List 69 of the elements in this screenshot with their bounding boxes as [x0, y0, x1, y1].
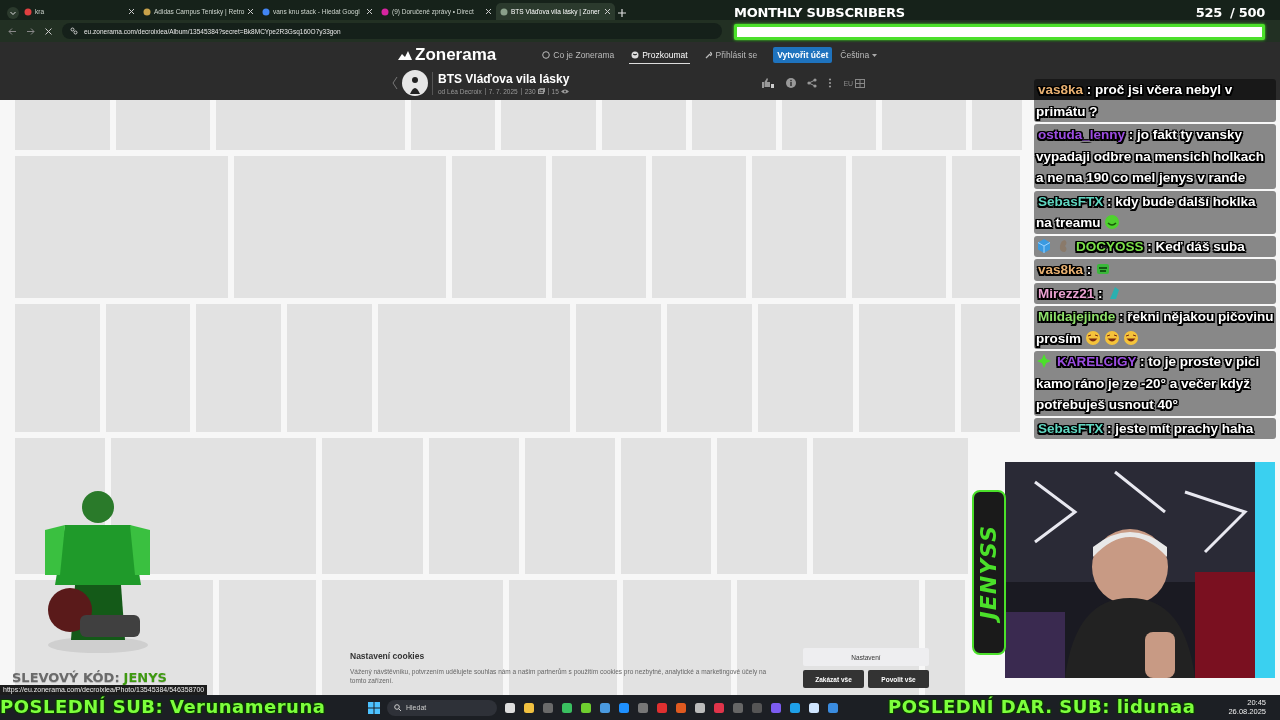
back-icon[interactable]	[8, 26, 17, 36]
back-chevron-icon[interactable]	[392, 76, 398, 90]
goal-count: 525	[1195, 5, 1223, 20]
site-icon	[24, 7, 32, 16]
laughing-emoji-icon	[1084, 329, 1101, 346]
caret-icon	[872, 53, 878, 57]
site-settings-icon[interactable]	[70, 27, 78, 35]
promo-code: JENYS	[123, 670, 167, 685]
forward-icon[interactable]	[26, 26, 35, 36]
chat-message: vas8ka : proč jsi včera nebyl v primátu ?	[1034, 79, 1276, 122]
cookie-title: Nastavení cookies	[350, 650, 426, 661]
site-icon	[500, 7, 508, 16]
site-icon	[262, 7, 270, 16]
info-icon[interactable]	[786, 78, 797, 88]
photos-icon	[537, 88, 545, 94]
album-title: BTS Vláďova vila lásky	[438, 71, 570, 86]
signup-button[interactable]: Vytvořit účet	[773, 47, 833, 63]
close-icon[interactable]	[247, 8, 255, 15]
language-menu[interactable]: Čeština	[840, 50, 878, 60]
app-icon[interactable]	[789, 701, 801, 714]
frog-emote-icon	[1095, 261, 1112, 277]
windows-start-icon[interactable]	[368, 701, 380, 714]
eye-icon	[560, 88, 569, 94]
star-badge-icon	[1036, 353, 1052, 369]
smiley-emote-icon	[1104, 214, 1121, 230]
plus-icon[interactable]	[615, 6, 629, 20]
close-icon[interactable]	[604, 8, 611, 15]
laughing-emoji-icon	[1103, 329, 1120, 346]
app-icon[interactable]	[599, 701, 611, 714]
key-icon	[704, 50, 713, 59]
grid-icon[interactable]	[855, 78, 866, 88]
goal-title: MONTHLY SUBSCRIBERS	[734, 5, 905, 20]
site-icon	[143, 7, 151, 16]
help-icon	[542, 50, 551, 59]
goal-target: / 500	[1230, 5, 1265, 20]
site-logo[interactable]: Zonerama	[415, 45, 497, 65]
laughing-emoji-icon	[1122, 329, 1139, 346]
chat-message: SebasFTX : kdy bude další hoklka na treamu	[1034, 190, 1276, 234]
share-icon[interactable]	[807, 78, 818, 88]
site-icon	[381, 7, 389, 16]
close-icon[interactable]	[366, 8, 373, 15]
app-icon[interactable]	[694, 701, 706, 714]
stream-logo: JENYSS	[978, 525, 1000, 620]
chat-message: vas8ka :	[1034, 259, 1276, 281]
nav-link[interactable]: Přihlásit se	[702, 46, 760, 64]
app-icon[interactable]	[808, 701, 820, 714]
logo-icon	[398, 50, 412, 60]
nav-link[interactable]: Prozkoumat	[629, 46, 690, 64]
chat-message: DOCYOSS : Keď dáš suba	[1034, 235, 1276, 257]
app-icon[interactable]	[504, 701, 516, 714]
nav-link[interactable]: Co je Zonerama	[540, 46, 617, 64]
avatar-icon	[402, 70, 428, 96]
app-icon[interactable]	[523, 701, 535, 714]
stop-icon[interactable]	[44, 26, 53, 36]
tab-list-icon[interactable]	[6, 6, 20, 20]
more-icon[interactable]	[828, 78, 833, 88]
app-icon[interactable]	[580, 701, 592, 714]
chat-message: SebasFTX : jeste mít prachy haha	[1034, 417, 1276, 439]
chat-message: Mirezz21 :	[1034, 282, 1276, 304]
search-icon	[394, 704, 401, 711]
promo-label: SLEVOVÝ KÓD:	[12, 670, 120, 685]
app-icon[interactable]	[561, 701, 573, 714]
close-icon[interactable]	[128, 8, 135, 15]
cube-badge-icon	[1036, 237, 1052, 254]
last-sub-ticker: POSLEDNÍ SUB: Verunameruna	[0, 695, 326, 719]
close-icon[interactable]	[485, 8, 492, 15]
thumbs-up-icon[interactable]	[761, 78, 776, 88]
last-gift-ticker: POSLEDNÍ DAR. SUB: lidunaa	[888, 695, 1196, 719]
globe-icon	[631, 50, 640, 59]
